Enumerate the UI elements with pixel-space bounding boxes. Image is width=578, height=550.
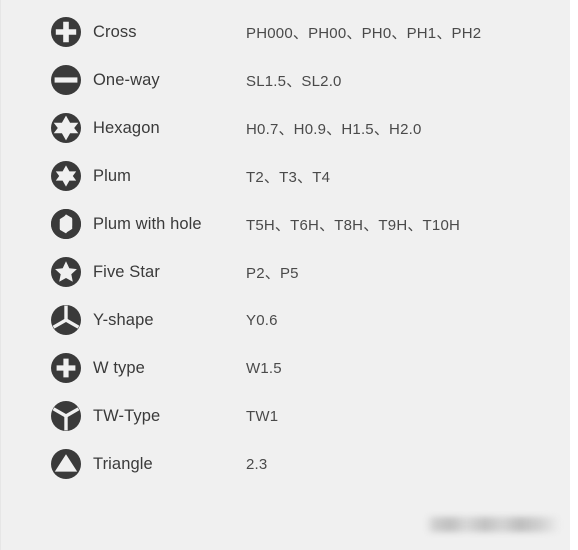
bit-type-name: One-way [93, 70, 160, 89]
bit-size-list: 2.3 [246, 455, 268, 473]
bit-size-list: PH000、PH00、PH0、PH1、PH2 [246, 24, 482, 42]
bit-size-list: TW1 [246, 407, 279, 425]
list-item: W type W1.5 [0, 344, 570, 392]
screwdriver-bit-spec-sheet: Cross PH000、PH00、PH0、PH1、PH2 One-way SL1… [0, 0, 570, 550]
one-way-bit-icon [50, 64, 82, 96]
list-item: One-way SL1.5、SL2.0 [0, 56, 570, 104]
right-gutter [570, 0, 578, 550]
list-item: Cross PH000、PH00、PH0、PH1、PH2 [0, 8, 570, 56]
bit-type-name: Plum with hole [93, 214, 202, 233]
cross-bit-icon [50, 16, 82, 48]
list-item: Triangle 2.3 [0, 440, 570, 488]
triangle-bit-icon [50, 448, 82, 480]
plum-bit-icon [50, 160, 82, 192]
bit-size-list: H0.7、H0.9、H1.5、H2.0 [246, 120, 422, 138]
bit-type-name: W type [93, 358, 145, 377]
five-star-bit-icon [50, 256, 82, 288]
bit-type-name: Cross [93, 22, 137, 41]
bit-size-list: P2、P5 [246, 264, 299, 282]
bit-type-name: Plum [93, 166, 131, 185]
list-item: Five Star P2、P5 [0, 248, 570, 296]
bit-type-name: Five Star [93, 262, 160, 281]
bit-size-list: Y0.6 [246, 311, 278, 329]
bit-type-name: Y-shape [93, 310, 154, 329]
list-item: Y-shape Y0.6 [0, 296, 570, 344]
bit-type-name: Triangle [93, 454, 153, 473]
bit-type-name: TW-Type [93, 406, 161, 425]
list-item: Plum T2、T3、T4 [0, 152, 570, 200]
w-type-bit-icon [50, 352, 82, 384]
list-item: TW-Type TW1 [0, 392, 570, 440]
bit-size-list: T5H、T6H、T8H、T9H、T10H [246, 216, 461, 234]
bit-size-list: W1.5 [246, 359, 282, 377]
list-item: Plum with hole T5H、T6H、T8H、T9H、T10H [0, 200, 570, 248]
bit-type-name: Hexagon [93, 118, 160, 137]
bit-type-list: Cross PH000、PH00、PH0、PH1、PH2 One-way SL1… [0, 8, 570, 488]
y-shape-bit-icon [50, 304, 82, 336]
bit-size-list: T2、T3、T4 [246, 168, 331, 186]
bit-size-list: SL1.5、SL2.0 [246, 72, 342, 90]
plum-with-hole-bit-icon [50, 208, 82, 240]
hexagon-bit-icon [50, 112, 82, 144]
list-item: Hexagon H0.7、H0.9、H1.5、H2.0 [0, 104, 570, 152]
blurred-watermark [426, 517, 560, 532]
tw-type-bit-icon [50, 400, 82, 432]
